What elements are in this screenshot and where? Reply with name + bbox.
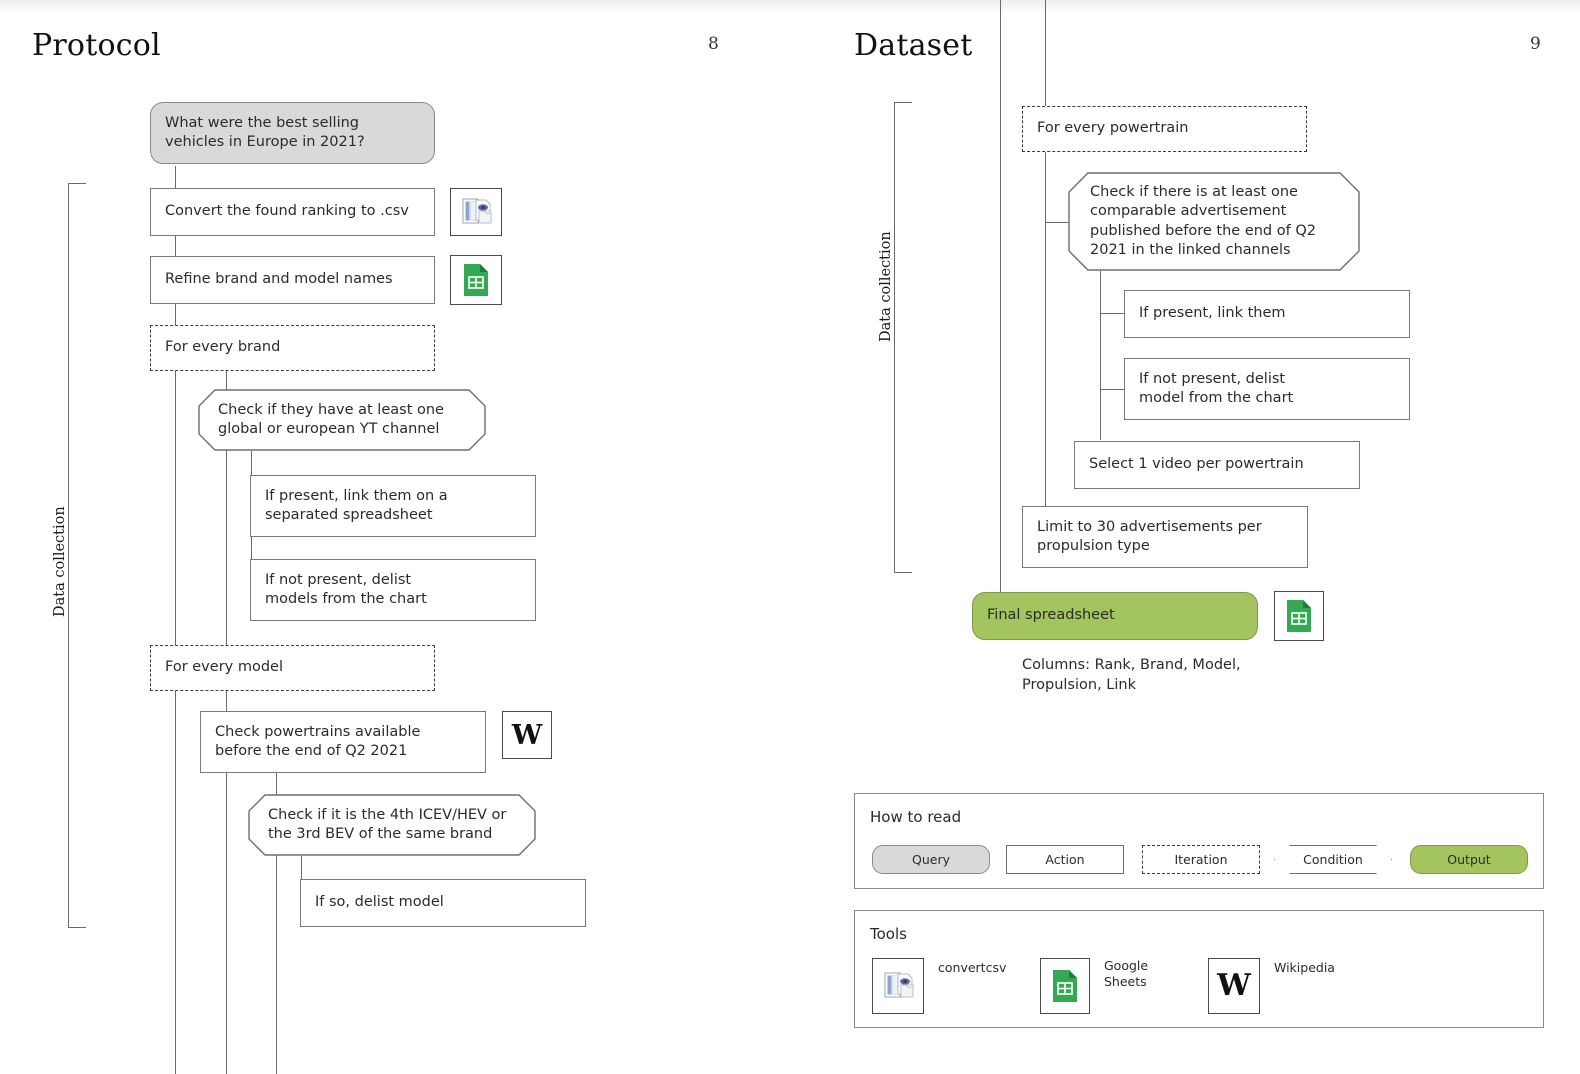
node-condition-yt-channel: Check if they have at least one global o… (198, 389, 486, 451)
node-action-if-so-delist: If so, delist model (300, 879, 586, 927)
condition-4th-icev-label: Check if it is the 4th ICEV/HEV or the 3… (268, 806, 507, 842)
connector-if-not-present-right (1100, 389, 1124, 391)
dataset-page: Dataset 9 Data collection For every powe… (790, 0, 1580, 1074)
connector-to-condition-ad (1045, 222, 1069, 224)
convertcsv-icon (450, 188, 502, 236)
legend-chip-output: Output (1410, 845, 1528, 874)
node-action-refine-names: Refine brand and model names (150, 256, 435, 304)
condition-yt-channel-label: Check if they have at least one global o… (218, 401, 444, 437)
tool-label-wikipedia: Wikipedia (1274, 960, 1335, 975)
page-title-dataset: Dataset (854, 28, 973, 63)
node-action-if-not-present-delist: If not present, delist models from the c… (250, 559, 536, 621)
convertcsv-icon-legend (872, 958, 924, 1014)
node-action-if-present-link: If present, link them on a separated spr… (250, 475, 536, 537)
final-spreadsheet-columns-caption: Columns: Rank, Brand, Model, Propulsion,… (1022, 657, 1241, 693)
node-output-final-spreadsheet: Final spreadsheet (972, 592, 1258, 640)
node-condition-comparable-ad: Check if there is at least one comparabl… (1068, 172, 1360, 271)
legend-chip-condition: Condition (1274, 845, 1392, 874)
page-number-left: 8 (708, 34, 719, 54)
node-action-limit-ads: Limit to 30 advertisements per propulsio… (1022, 506, 1308, 568)
legend-chip-action: Action (1006, 845, 1124, 874)
condition-comparable-ad-label: Check if there is at least one comparabl… (1090, 184, 1316, 258)
data-collection-label-left: Data collection (52, 506, 68, 617)
google-sheets-icon (450, 255, 502, 305)
node-action-convert-csv: Convert the found ranking to .csv (150, 188, 435, 236)
tools-title: Tools (870, 925, 907, 943)
legend-chip-iteration: Iteration (1142, 845, 1260, 874)
node-action-if-not-present-delist-right: If not present, delist model from the ch… (1124, 358, 1410, 420)
how-to-read-title: How to read (870, 808, 962, 826)
data-collection-bracket-right (894, 102, 912, 573)
node-iteration-for-every-brand: For every brand (150, 325, 435, 371)
flow-spine-inner-right (1045, 0, 1047, 524)
flow-spine-outer-right (1000, 0, 1002, 598)
google-sheets-icon-legend (1040, 958, 1090, 1014)
tool-label-google-sheets: Google Sheets (1104, 958, 1149, 989)
page-number-right: 9 (1530, 34, 1541, 54)
wikipedia-w-glyph-legend: W (1217, 968, 1251, 1003)
legend-chip-query: Query (872, 845, 990, 874)
node-condition-4th-icev: Check if it is the 4th ICEV/HEV or the 3… (248, 794, 536, 856)
node-action-if-present-link-right: If present, link them (1124, 290, 1410, 338)
connector-if-present-right (1100, 313, 1124, 315)
node-action-select-video: Select 1 video per powertrain (1074, 441, 1360, 489)
data-collection-label-right: Data collection (878, 231, 894, 342)
protocol-page: Protocol 8 Data collection What were the… (0, 0, 790, 1074)
node-iteration-for-every-model: For every model (150, 645, 435, 691)
wikipedia-icon: W (502, 711, 552, 759)
google-sheets-icon-final (1274, 591, 1324, 641)
data-collection-bracket-left (68, 183, 86, 928)
tool-label-convertcsv: convertcsv (938, 960, 1007, 975)
node-iteration-for-every-powertrain: For every powertrain (1022, 106, 1307, 152)
node-query-best-selling: What were the best selling vehicles in E… (150, 102, 435, 164)
page-title-protocol: Protocol (32, 28, 161, 63)
wikipedia-icon-legend: W (1208, 958, 1260, 1014)
wikipedia-w-glyph: W (511, 719, 543, 751)
flow-spine-ad-branch (1100, 271, 1102, 440)
node-action-check-powertrains: Check powertrains available before the e… (200, 711, 486, 773)
